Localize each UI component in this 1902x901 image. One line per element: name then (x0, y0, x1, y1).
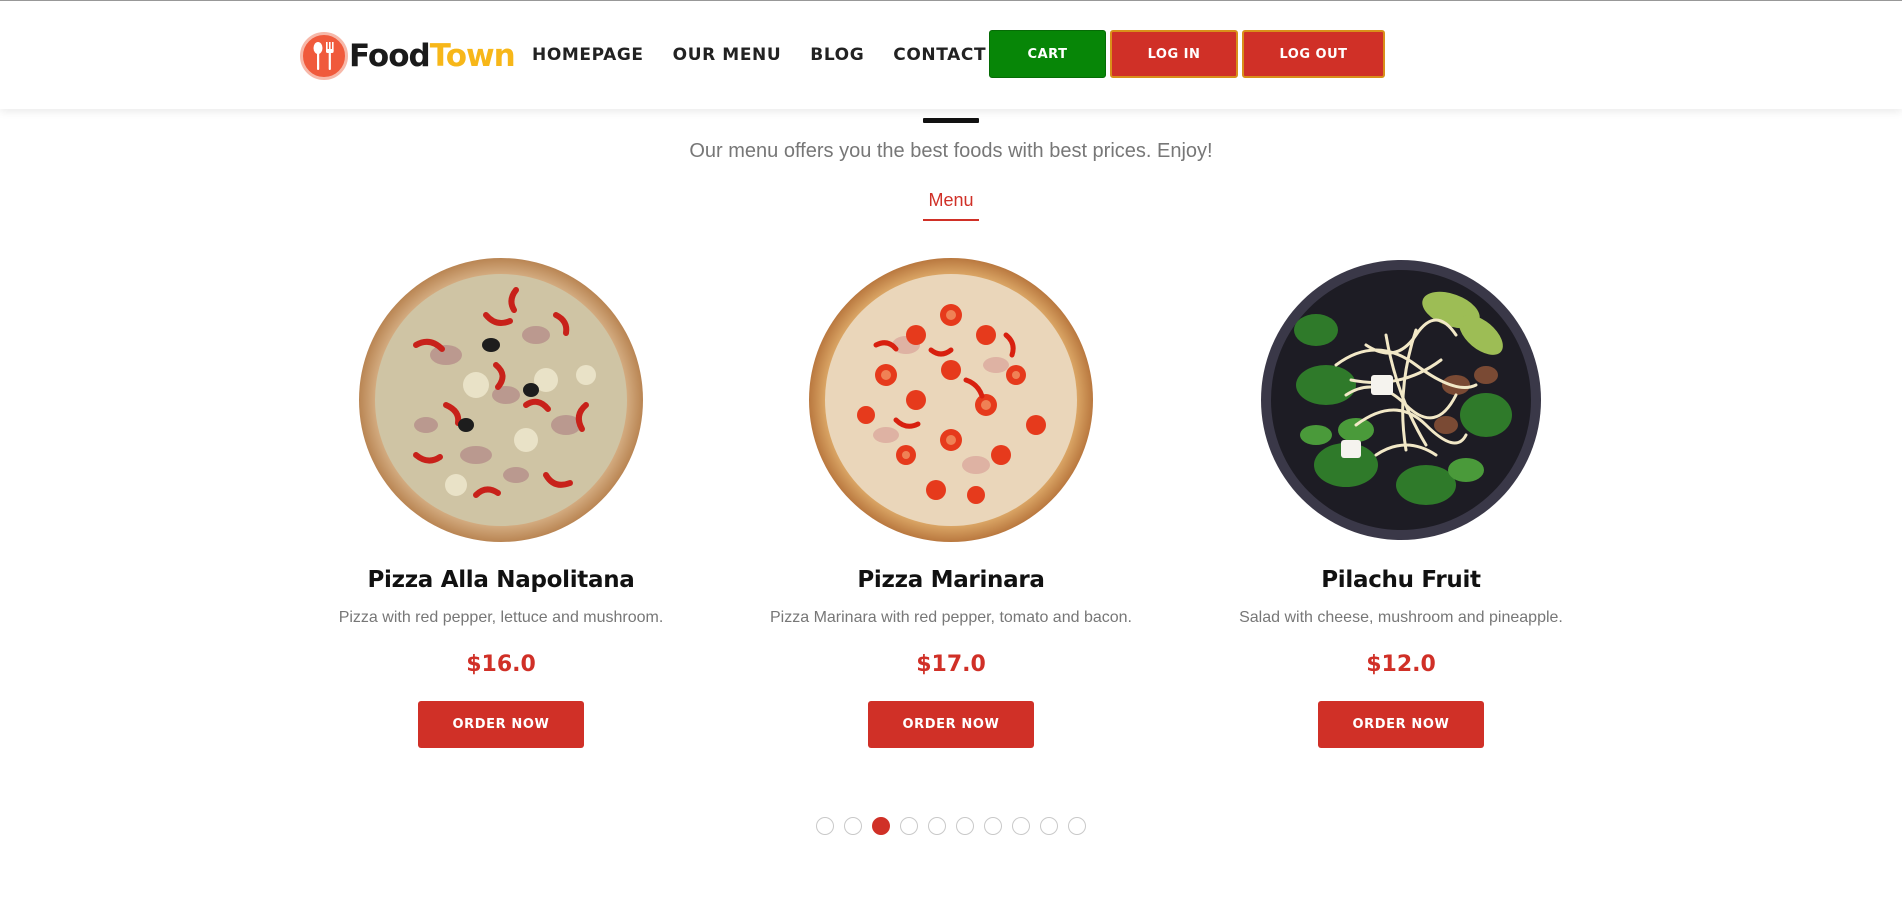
item-price: $12.0 (1366, 652, 1436, 677)
carousel-dot-8[interactable] (1012, 817, 1030, 835)
site-header: FoodTown HOMEPAGE OUR MENU BLOG CONTACT … (0, 1, 1902, 109)
salad-bowl-image (1261, 260, 1541, 540)
fork-spoon-icon (300, 32, 348, 80)
item-description: Pizza with red pepper, lettuce and mushr… (338, 609, 664, 626)
nav-blog[interactable]: BLOG (810, 43, 864, 67)
item-name: Pizza Alla Napolitana (367, 567, 635, 593)
item-price: $17.0 (916, 652, 986, 677)
carousel-dot-6[interactable] (956, 817, 974, 835)
carousel-dot-3[interactable] (872, 817, 890, 835)
section-subtitle: Our menu offers you the best foods with … (689, 140, 1213, 162)
logo-text: FoodTown (349, 38, 516, 74)
logo-town-text: Town (429, 38, 516, 74)
pizza-napolitana-image (359, 258, 643, 542)
carousel-dot-5[interactable] (928, 817, 946, 835)
main-nav: HOMEPAGE OUR MENU BLOG CONTACT US (532, 43, 1049, 67)
item-description: Salad with cheese, mushroom and pineappl… (1239, 609, 1563, 626)
login-button[interactable]: LOG IN (1110, 30, 1238, 78)
section-title-bar (923, 118, 979, 123)
carousel-dot-4[interactable] (900, 817, 918, 835)
order-now-button[interactable]: ORDER NOW (868, 701, 1034, 748)
logout-button[interactable]: LOG OUT (1242, 30, 1385, 78)
item-name: Pilachu Fruit (1321, 567, 1481, 593)
logo-food-text: Food (349, 38, 431, 74)
order-now-button[interactable]: ORDER NOW (1318, 701, 1484, 748)
item-price: $16.0 (466, 652, 536, 677)
nav-our-menu[interactable]: OUR MENU (673, 43, 782, 67)
menu-card: Pizza Alla Napolitana Pizza with red pep… (301, 255, 701, 748)
menu-card: Pizza Marinara Pizza Marinara with red p… (751, 255, 1151, 748)
foodtown-logo[interactable]: FoodTown (300, 31, 516, 81)
carousel-dots (816, 817, 1096, 835)
cart-button[interactable]: CART (989, 30, 1106, 78)
item-description: Pizza Marinara with red pepper, tomato a… (770, 609, 1132, 626)
carousel-dot-9[interactable] (1040, 817, 1058, 835)
pizza-marinara-image (809, 258, 1093, 542)
carousel-dot-2[interactable] (844, 817, 862, 835)
nav-homepage[interactable]: HOMEPAGE (532, 43, 644, 67)
order-now-button[interactable]: ORDER NOW (418, 701, 584, 748)
carousel-dot-1[interactable] (816, 817, 834, 835)
item-name: Pizza Marinara (857, 567, 1045, 593)
carousel-dot-7[interactable] (984, 817, 1002, 835)
tab-menu[interactable]: Menu (923, 190, 979, 221)
menu-card: Pilachu Fruit Salad with cheese, mushroo… (1201, 255, 1601, 748)
carousel-dot-10[interactable] (1068, 817, 1086, 835)
